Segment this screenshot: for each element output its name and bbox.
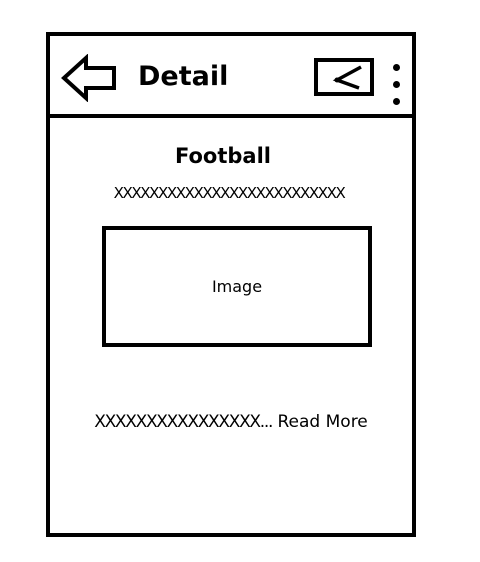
image-placeholder: Image	[102, 226, 372, 347]
more-vertical-icon	[393, 64, 400, 71]
app-header: Detail	[50, 36, 412, 118]
image-label: Image	[211, 276, 263, 296]
more-vertical-icon	[393, 98, 400, 105]
share-button[interactable]	[314, 58, 374, 96]
content-title: Football	[175, 144, 271, 168]
back-arrow-icon	[61, 54, 116, 102]
content-subtitle: XXXXXXXXXXXXXXXXXXXXXXXXXX	[113, 184, 346, 202]
more-vertical-icon	[393, 81, 400, 88]
summary-text: XXXXXXXXXXXXXXXX...	[94, 412, 273, 432]
page-title: Detail	[138, 61, 229, 92]
content-summary: XXXXXXXXXXXXXXXX... Read More	[50, 410, 412, 434]
read-more-link[interactable]: Read More	[278, 412, 368, 432]
back-button[interactable]	[60, 54, 122, 102]
phone-frame: Detail Football XXXXXXXXXXXXXXXXXXXXXXXX…	[46, 32, 416, 537]
share-icon	[332, 65, 362, 90]
more-options-button[interactable]	[390, 62, 404, 110]
